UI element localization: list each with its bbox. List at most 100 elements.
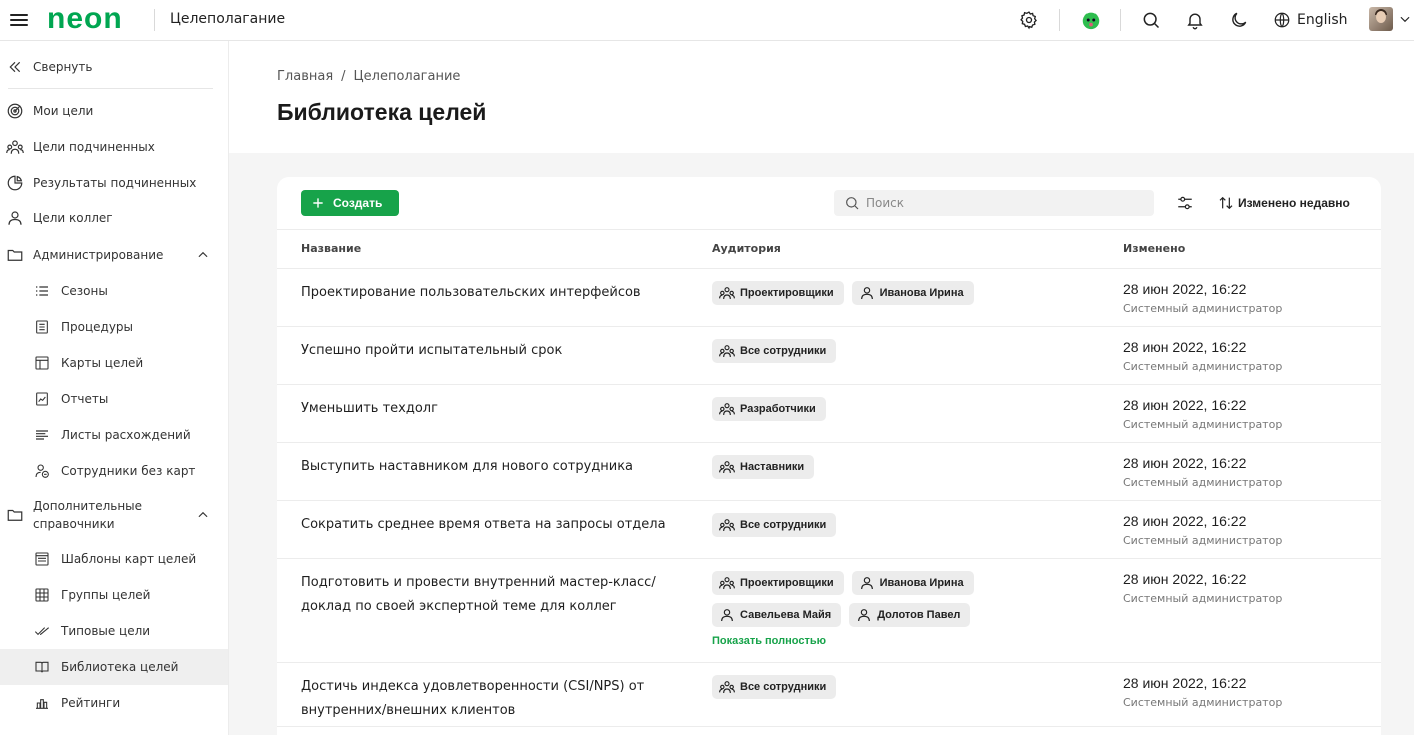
language-switch[interactable]: English — [1273, 9, 1348, 31]
breadcrumb: Главная / Целеполагание — [277, 69, 460, 84]
sidebar-item-label: Мои цели — [33, 104, 94, 118]
audience-person-chip: Иванова Ирина — [851, 571, 974, 595]
modified-cell: 28 июн 2022, 16:22 Системный администрато… — [1123, 674, 1282, 711]
sidebar-item-label: Группы целей — [61, 588, 151, 602]
sidebar-item-goal-maps[interactable]: Карты целей — [0, 345, 228, 381]
table-row[interactable]: Успешно пройти испытательный срок Все сот… — [277, 327, 1381, 385]
sidebar-item-reports[interactable]: Отчеты — [0, 381, 228, 417]
document-list-icon — [33, 318, 51, 336]
sidebar-collapse[interactable]: Свернуть — [0, 49, 228, 85]
filter-icon[interactable] — [1174, 192, 1196, 214]
sidebar-item-label: Процедуры — [61, 320, 134, 334]
sidebar-item-colleague-goals[interactable]: Цели коллег — [0, 200, 228, 236]
chevron-up-icon[interactable] — [196, 248, 210, 262]
table-row[interactable]: Достичь индекса удовлетворенности (CSI/N… — [277, 663, 1381, 727]
page-header: Главная / Целеполагание Библиотека целей — [229, 41, 1414, 153]
sidebar-item-goal-library[interactable]: Библиотека целей — [0, 649, 228, 685]
chevron-down-icon[interactable] — [1398, 12, 1412, 26]
search-icon — [846, 197, 859, 210]
divider — [154, 9, 155, 31]
column-header-modified[interactable]: Изменено — [1123, 242, 1185, 255]
modified-author: Системный администратор — [1123, 592, 1283, 605]
modified-date: 28 июн 2022, 16:22 — [1123, 339, 1247, 355]
column-header-audience[interactable]: Аудитория — [712, 242, 781, 255]
sidebar-item-subordinate-results[interactable]: Результаты подчиненных — [0, 165, 228, 201]
table-row[interactable]: Проектирование пользовательских интерфей… — [277, 269, 1381, 327]
pie-chart-icon — [6, 174, 24, 192]
search-icon[interactable] — [1139, 8, 1163, 32]
app-title: Целеполагание — [170, 11, 286, 27]
language-label: English — [1297, 12, 1348, 28]
table-header: Название Аудитория Изменено — [277, 229, 1381, 269]
goal-name: Проектирование пользовательских интерфей… — [301, 285, 641, 300]
lines-icon — [33, 426, 51, 444]
sidebar-item-procedures[interactable]: Процедуры — [0, 309, 228, 345]
audience-cell: Проектировщики Иванова Ирина Савельева Май… — [712, 571, 1092, 647]
moon-icon[interactable] — [1227, 8, 1251, 32]
page-title: Библиотека целей — [277, 99, 487, 125]
search-box[interactable] — [834, 190, 1154, 216]
chip-label: Проектировщики — [740, 287, 834, 299]
audience-cell: Разработчики — [712, 397, 1092, 421]
target-icon — [6, 102, 24, 120]
table-row[interactable]: Выступить наставником для нового сотрудн… — [277, 443, 1381, 501]
audience-person-chip: Долотов Павел — [849, 603, 971, 627]
menu-icon[interactable] — [10, 11, 28, 27]
sidebar-item-label: Типовые цели — [61, 624, 151, 638]
chevron-up-icon[interactable] — [196, 508, 210, 522]
modified-author: Системный администратор — [1123, 302, 1283, 315]
show-full-link[interactable]: Показать полностью — [712, 635, 1092, 647]
audience-cell: Все сотрудники — [712, 513, 1092, 537]
sidebar-item-label: Сотрудники без карт — [61, 464, 196, 478]
sidebar-item-seasons[interactable]: Сезоны — [0, 273, 228, 309]
sidebar-item-typical-goals[interactable]: Типовые цели — [0, 613, 228, 649]
column-header-name[interactable]: Название — [301, 242, 361, 255]
modified-date: 28 июн 2022, 16:22 — [1123, 281, 1247, 297]
sidebar-item-subordinate-goals[interactable]: Цели подчиненных — [0, 129, 228, 165]
bell-icon[interactable] — [1183, 8, 1207, 32]
sidebar-item-employees-without-maps[interactable]: Сотрудники без карт — [0, 453, 228, 489]
modified-author: Системный администратор — [1123, 476, 1283, 489]
goal-library-card: Создать Изменено недавно Название Аудито… — [277, 177, 1381, 735]
mascot-icon[interactable] — [1079, 8, 1103, 32]
double-chevron-left-icon — [6, 58, 24, 76]
modified-cell: 28 июн 2022, 16:22 Системный администрато… — [1123, 454, 1282, 491]
search-input[interactable] — [866, 196, 1136, 210]
sidebar-item-ratings[interactable]: Рейтинги — [0, 685, 228, 721]
user-icon — [856, 607, 872, 623]
users-icon — [719, 575, 735, 591]
chip-label: Иванова Ирина — [879, 287, 964, 299]
audience-group-chip: Все сотрудники — [712, 339, 837, 363]
report-icon — [33, 390, 51, 408]
gear-icon[interactable] — [1017, 8, 1041, 32]
sidebar-item-administration[interactable]: Администрирование — [0, 237, 228, 273]
sidebar-item-my-goals[interactable]: Мои цели — [0, 93, 228, 129]
goal-name: Достичь индекса удовлетворенности (CSI/N… — [301, 679, 645, 718]
table-row[interactable]: Уменьшить техдолг Разработчики 28 июн 2022… — [277, 385, 1381, 443]
table-row[interactable]: Подготовить и провести внутренний мастер… — [277, 559, 1381, 663]
sidebar-item-goal-groups[interactable]: Группы целей — [0, 577, 228, 613]
create-button[interactable]: Создать — [301, 190, 399, 216]
users-icon — [719, 459, 735, 475]
goal-name: Уменьшить техдолг — [301, 401, 438, 416]
user-minus-icon — [33, 462, 51, 480]
avatar[interactable] — [1369, 7, 1393, 31]
breadcrumb-current[interactable]: Целеполагание — [354, 69, 461, 84]
goal-name: Выступить наставником для нового сотрудн… — [301, 459, 634, 474]
sidebar-item-discrepancy-sheets[interactable]: Листы расхождений — [0, 417, 228, 453]
grid-icon — [33, 586, 51, 604]
chip-label: Разработчики — [740, 403, 816, 415]
breadcrumb-home[interactable]: Главная — [277, 69, 333, 84]
sidebar-item-extra-directories[interactable]: Дополнительные справочники — [0, 497, 228, 533]
folder-icon — [6, 246, 24, 264]
sidebar-item-goal-map-templates[interactable]: Шаблоны карт целей — [0, 541, 228, 577]
chip-label: Иванова Ирина — [879, 577, 964, 589]
audience-cell: Наставники — [712, 455, 1092, 479]
table-row[interactable]: Сократить среднее время ответа на запрос… — [277, 501, 1381, 559]
logo[interactable]: neon — [47, 4, 123, 34]
sort-button[interactable]: Изменено недавно — [1218, 194, 1350, 212]
goal-name: Сократить среднее время ответа на запрос… — [301, 517, 666, 532]
modified-cell: 28 июн 2022, 16:22 Системный администрато… — [1123, 396, 1282, 433]
breadcrumb-separator: / — [341, 69, 346, 84]
top-bar: neon Целеполагание English — [0, 0, 1414, 41]
